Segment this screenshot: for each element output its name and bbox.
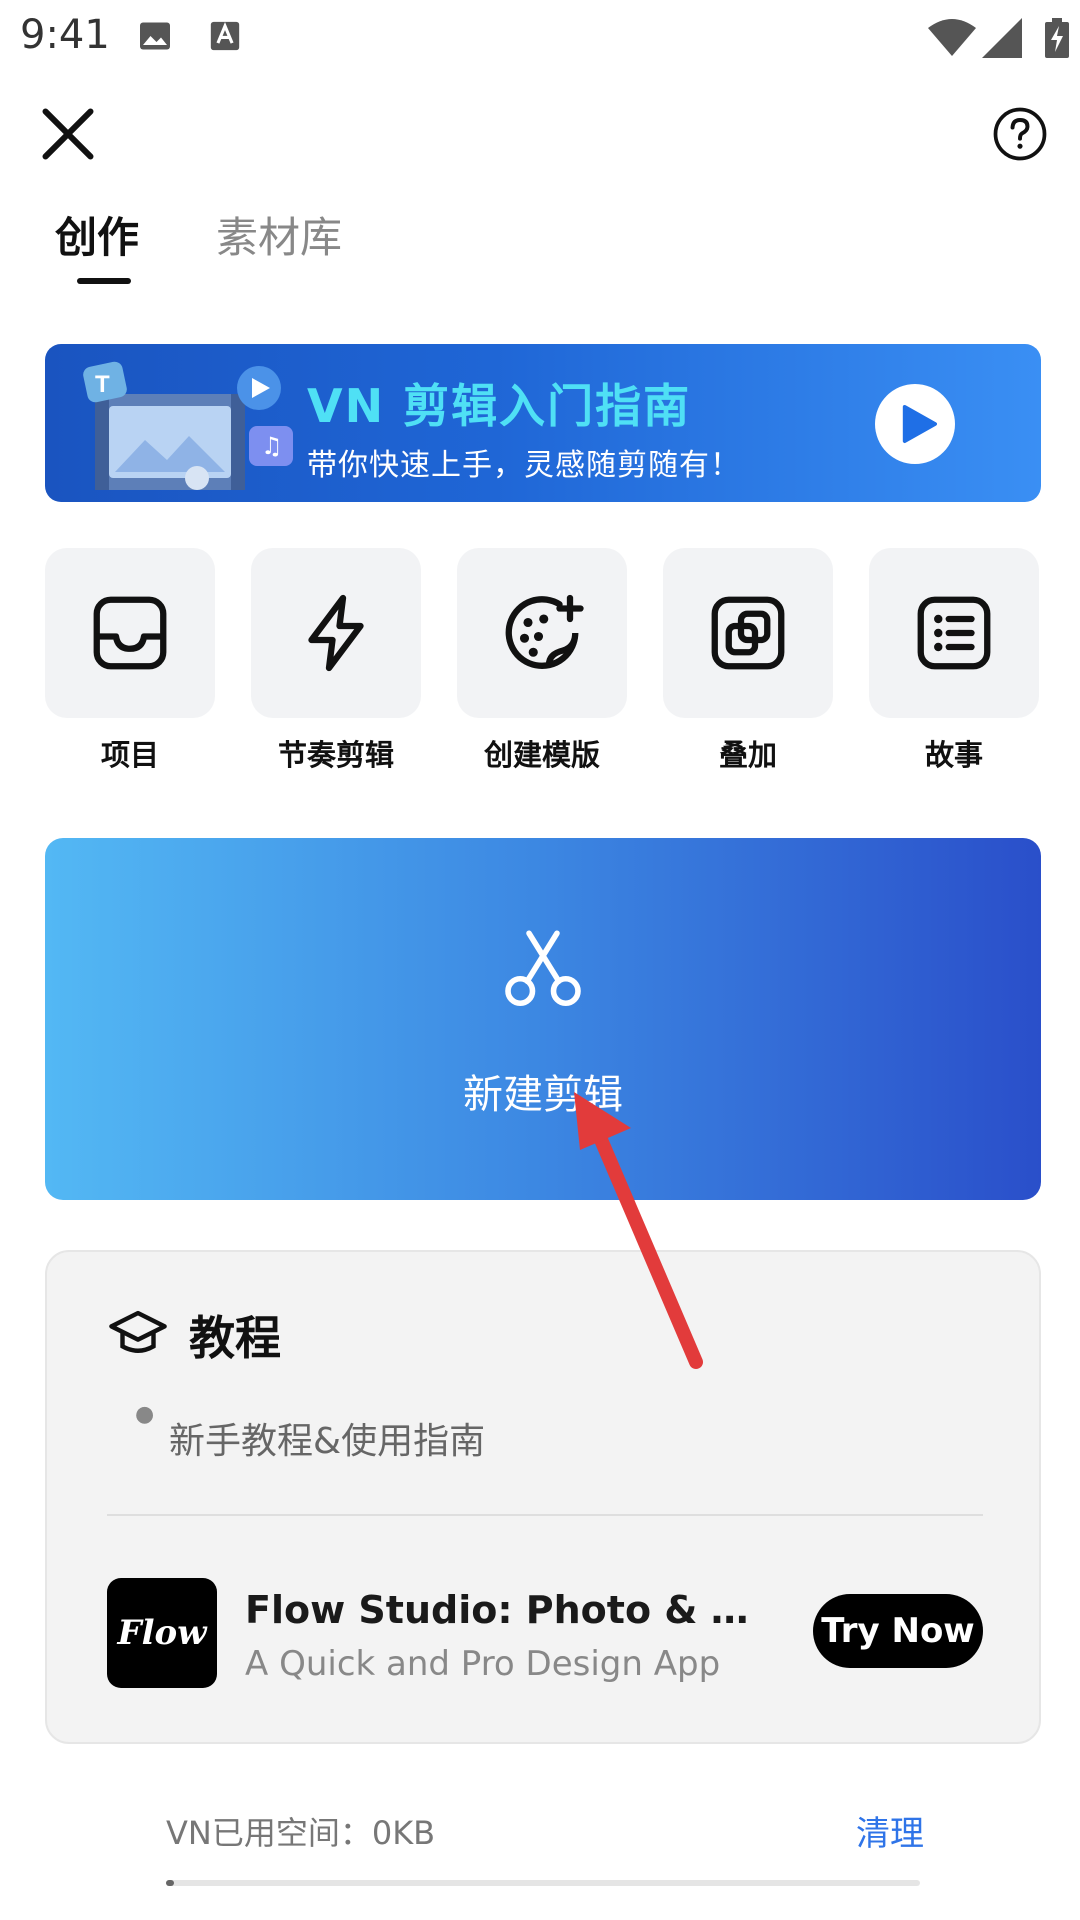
ad-title[interactable]: Flow Studio: Photo & Grap…: [245, 1588, 765, 1632]
tool-create-template-label: 创建模版: [483, 738, 600, 772]
tab-create[interactable]: 创作: [55, 210, 139, 266]
help-icon[interactable]: [992, 106, 1048, 162]
new-edit-label: 新建剪辑: [463, 1072, 623, 1118]
tutorial-title: 教程: [189, 1311, 281, 1365]
image-notification-icon: [140, 22, 170, 50]
tool-beat-edit-label: 节奏剪辑: [277, 738, 394, 772]
tutorial-card: 教程 ● 新手教程&使用指南 Flow Flow Studio: Photo &…: [45, 1250, 1041, 1744]
tool-projects-label: 项目: [100, 738, 159, 772]
tool-create-template-button[interactable]: [457, 548, 627, 718]
close-icon[interactable]: [38, 104, 98, 164]
keyboard-notification-icon: [210, 21, 240, 51]
tab-active-indicator: [77, 278, 131, 284]
lightning-icon: [308, 594, 364, 672]
status-time: 9:41: [20, 12, 110, 58]
tool-story-button[interactable]: [869, 548, 1039, 718]
try-now-button[interactable]: Try Now: [813, 1594, 983, 1668]
banner-subtitle: 带你快速上手，灵感随剪随有！: [307, 448, 741, 483]
clean-storage-button[interactable]: 清理: [856, 1806, 924, 1855]
svg-text:T: T: [95, 371, 110, 398]
video-editing-illustration: T ♫: [83, 361, 293, 490]
storage-progress-fill: [166, 1880, 174, 1886]
wifi-icon: [928, 19, 976, 56]
tutorial-link-guide[interactable]: 新手教程&使用指南: [169, 1412, 485, 1464]
tool-beat-edit-button[interactable]: [251, 548, 421, 718]
tool-story-label: 故事: [924, 738, 983, 772]
bullet-icon: ●: [135, 1402, 155, 1427]
ad-subtitle: A Quick and Pro Design App: [245, 1644, 721, 1684]
tab-library[interactable]: 素材库: [216, 210, 342, 266]
storage-usage-label: VN已用空间：0KB: [166, 1814, 436, 1852]
overlay-icon: [711, 596, 785, 670]
svg-text:♫: ♫: [261, 432, 283, 460]
storage-progress-track: [166, 1880, 920, 1886]
battery-icon: [1045, 18, 1069, 58]
scissors-icon: [505, 930, 581, 1007]
divider: [107, 1514, 983, 1516]
banner-play-button[interactable]: [875, 384, 955, 464]
signal-icon: [982, 18, 1022, 58]
new-edit-button[interactable]: 新建剪辑: [45, 838, 1041, 1200]
tool-overlay-label: 叠加: [718, 738, 777, 772]
inbox-icon: [93, 596, 167, 670]
annotation-arrow: [574, 1092, 703, 1369]
palette-plus-icon: [505, 594, 584, 669]
tool-projects-button[interactable]: [45, 548, 215, 718]
graduation-cap-icon: [109, 1310, 167, 1353]
play-icon: [902, 405, 937, 443]
banner-title: VN 剪辑入门指南: [307, 379, 692, 433]
guide-banner[interactable]: T ♫ VN 剪辑入门指南 带你快速上手，灵感随剪随有！: [45, 344, 1041, 502]
flow-app-logo: Flow: [107, 1578, 217, 1688]
tool-overlay-button[interactable]: [663, 548, 833, 718]
list-icon: [917, 596, 991, 670]
